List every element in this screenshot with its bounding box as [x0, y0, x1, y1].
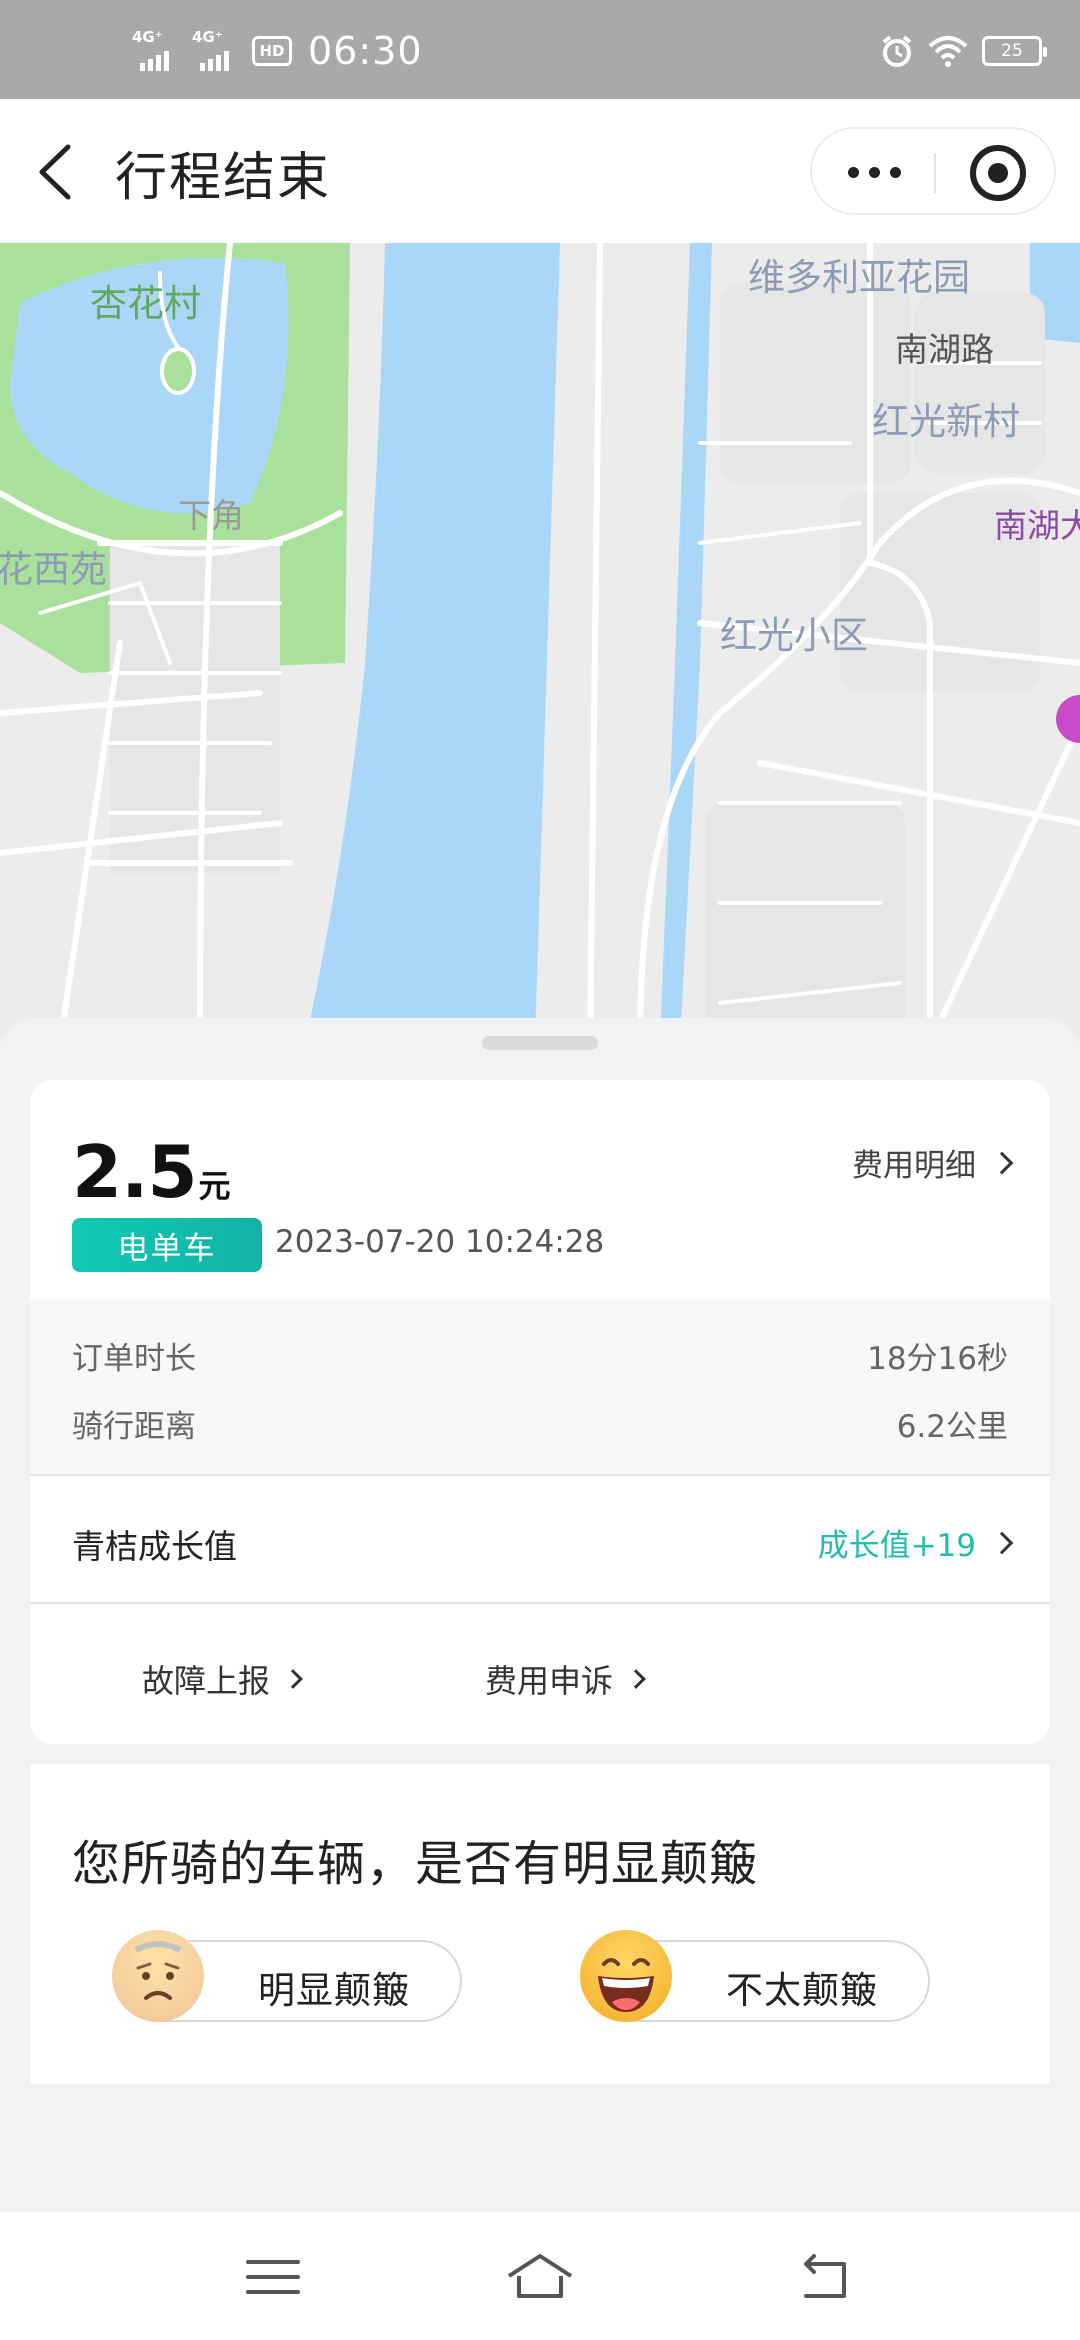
back-arrow-icon[interactable]	[30, 137, 80, 207]
system-nav-bar	[0, 2212, 1080, 2340]
report-fault-button[interactable]: 故障上报	[142, 1656, 303, 1702]
page-title: 行程结束	[115, 148, 332, 208]
alarm-icon	[882, 35, 912, 67]
fee-appeal-button[interactable]: 费用申诉	[485, 1656, 646, 1702]
status-left: 4G⁺ 4G⁺ HD 06:30	[132, 26, 423, 76]
option-label: 明显颠簸	[258, 1969, 410, 2012]
happy-face-icon	[580, 1930, 672, 2022]
stat-value: 18分16秒	[867, 1340, 1008, 1377]
capsule-divider	[934, 153, 936, 193]
vehicle-type-badge: 电单车	[72, 1218, 262, 1272]
fee-detail-link[interactable]: 费用明细	[852, 1140, 1014, 1185]
target-icon[interactable]	[970, 145, 1026, 201]
fee-appeal-label: 费用申诉	[485, 1662, 614, 1700]
map-label: 红光新村	[872, 400, 1020, 443]
battery-icon: 25	[982, 36, 1047, 66]
report-fault-label: 故障上报	[142, 1662, 271, 1700]
more-icon[interactable]	[848, 167, 901, 178]
stat-row-distance: 骑行距离 6.2公里	[72, 1398, 1008, 1448]
chevron-right-icon	[990, 1531, 1014, 1554]
status-right: 25	[880, 34, 1047, 68]
option-label: 不太颠簸	[726, 1969, 878, 2012]
screen: 4G⁺ 4G⁺ HD 06:30 25 行程结束 杏花村 维多利亚花园 南湖路 …	[0, 0, 1080, 2340]
growth-value: 成长值+19	[817, 1520, 1014, 1565]
stat-label: 订单时长	[72, 1340, 196, 1377]
ride-datetime: 2023-07-20 10:24:28	[275, 1224, 605, 1260]
mini-program-capsule	[810, 127, 1056, 215]
title-bar: 行程结束	[0, 99, 1080, 243]
map-label: 花西苑	[0, 548, 107, 591]
action-row: 故障上报 费用申诉	[30, 1606, 1050, 1744]
trip-stats: 订单时长 18分16秒 骑行距离 6.2公里	[30, 1300, 1050, 1476]
home-icon[interactable]	[505, 2242, 575, 2312]
growth-value-text: 成长值+19	[817, 1528, 976, 1564]
trip-summary-sheet: 2.5 元 费用明细 电单车 2023-07-20 10:24:28 订单时长 …	[0, 1018, 1080, 2212]
map-label: 南湖路	[895, 330, 994, 369]
network-type-label: 4G⁺	[192, 28, 223, 46]
chevron-right-icon	[626, 1669, 646, 1689]
fare-card: 2.5 元 费用明细 电单车 2023-07-20 10:24:28 订单时长 …	[30, 1080, 1050, 1744]
stat-row-duration: 订单时长 18分16秒	[72, 1330, 1008, 1380]
bumpiness-survey: 您所骑的车辆，是否有明显颠簸 明显颠簸 不太颠簸	[30, 1764, 1050, 2084]
map-label: 南湖大	[994, 506, 1080, 545]
fare-amount: 2.5 元	[72, 1130, 231, 1214]
map-label: 红光小区	[720, 614, 868, 657]
drag-handle[interactable]	[482, 1036, 598, 1050]
map-label: 维多利亚花园	[748, 256, 970, 299]
chevron-right-icon	[990, 1151, 1014, 1174]
sad-face-icon	[112, 1930, 204, 2022]
hd-voice-icon: HD	[252, 36, 292, 66]
survey-question: 您所骑的车辆，是否有明显颠簸	[72, 1836, 759, 1892]
fare-value: 2.5	[72, 1130, 198, 1214]
option-bumpy-button[interactable]: 明显颠簸	[112, 1930, 462, 2022]
menu-icon[interactable]	[238, 2242, 308, 2312]
fare-unit: 元	[198, 1167, 231, 1205]
stat-value: 6.2公里	[896, 1408, 1008, 1445]
growth-value-row[interactable]: 青桔成长值 成长值+19	[30, 1478, 1050, 1604]
trip-map[interactable]: 杏花村 维多利亚花园 南湖路 红光新村 下角 花西苑 南湖大 红光小区	[0, 243, 1080, 1043]
map-label: 杏花村	[90, 282, 201, 325]
option-not-bumpy-button[interactable]: 不太颠簸	[580, 1930, 930, 2022]
fee-detail-label: 费用明细	[852, 1148, 976, 1184]
chevron-right-icon	[283, 1669, 303, 1689]
map-label: 下角	[178, 496, 244, 535]
wifi-icon	[928, 36, 968, 67]
growth-label: 青桔成长值	[72, 1527, 237, 1566]
stat-label: 骑行距离	[72, 1408, 196, 1445]
cell-signal-icon: 4G⁺	[192, 29, 242, 73]
status-bar: 4G⁺ 4G⁺ HD 06:30 25	[0, 0, 1080, 99]
network-type-label: 4G⁺	[132, 28, 163, 46]
back-icon[interactable]	[788, 2242, 858, 2312]
cell-signal-icon: 4G⁺	[132, 29, 182, 73]
status-time: 06:30	[308, 29, 423, 73]
